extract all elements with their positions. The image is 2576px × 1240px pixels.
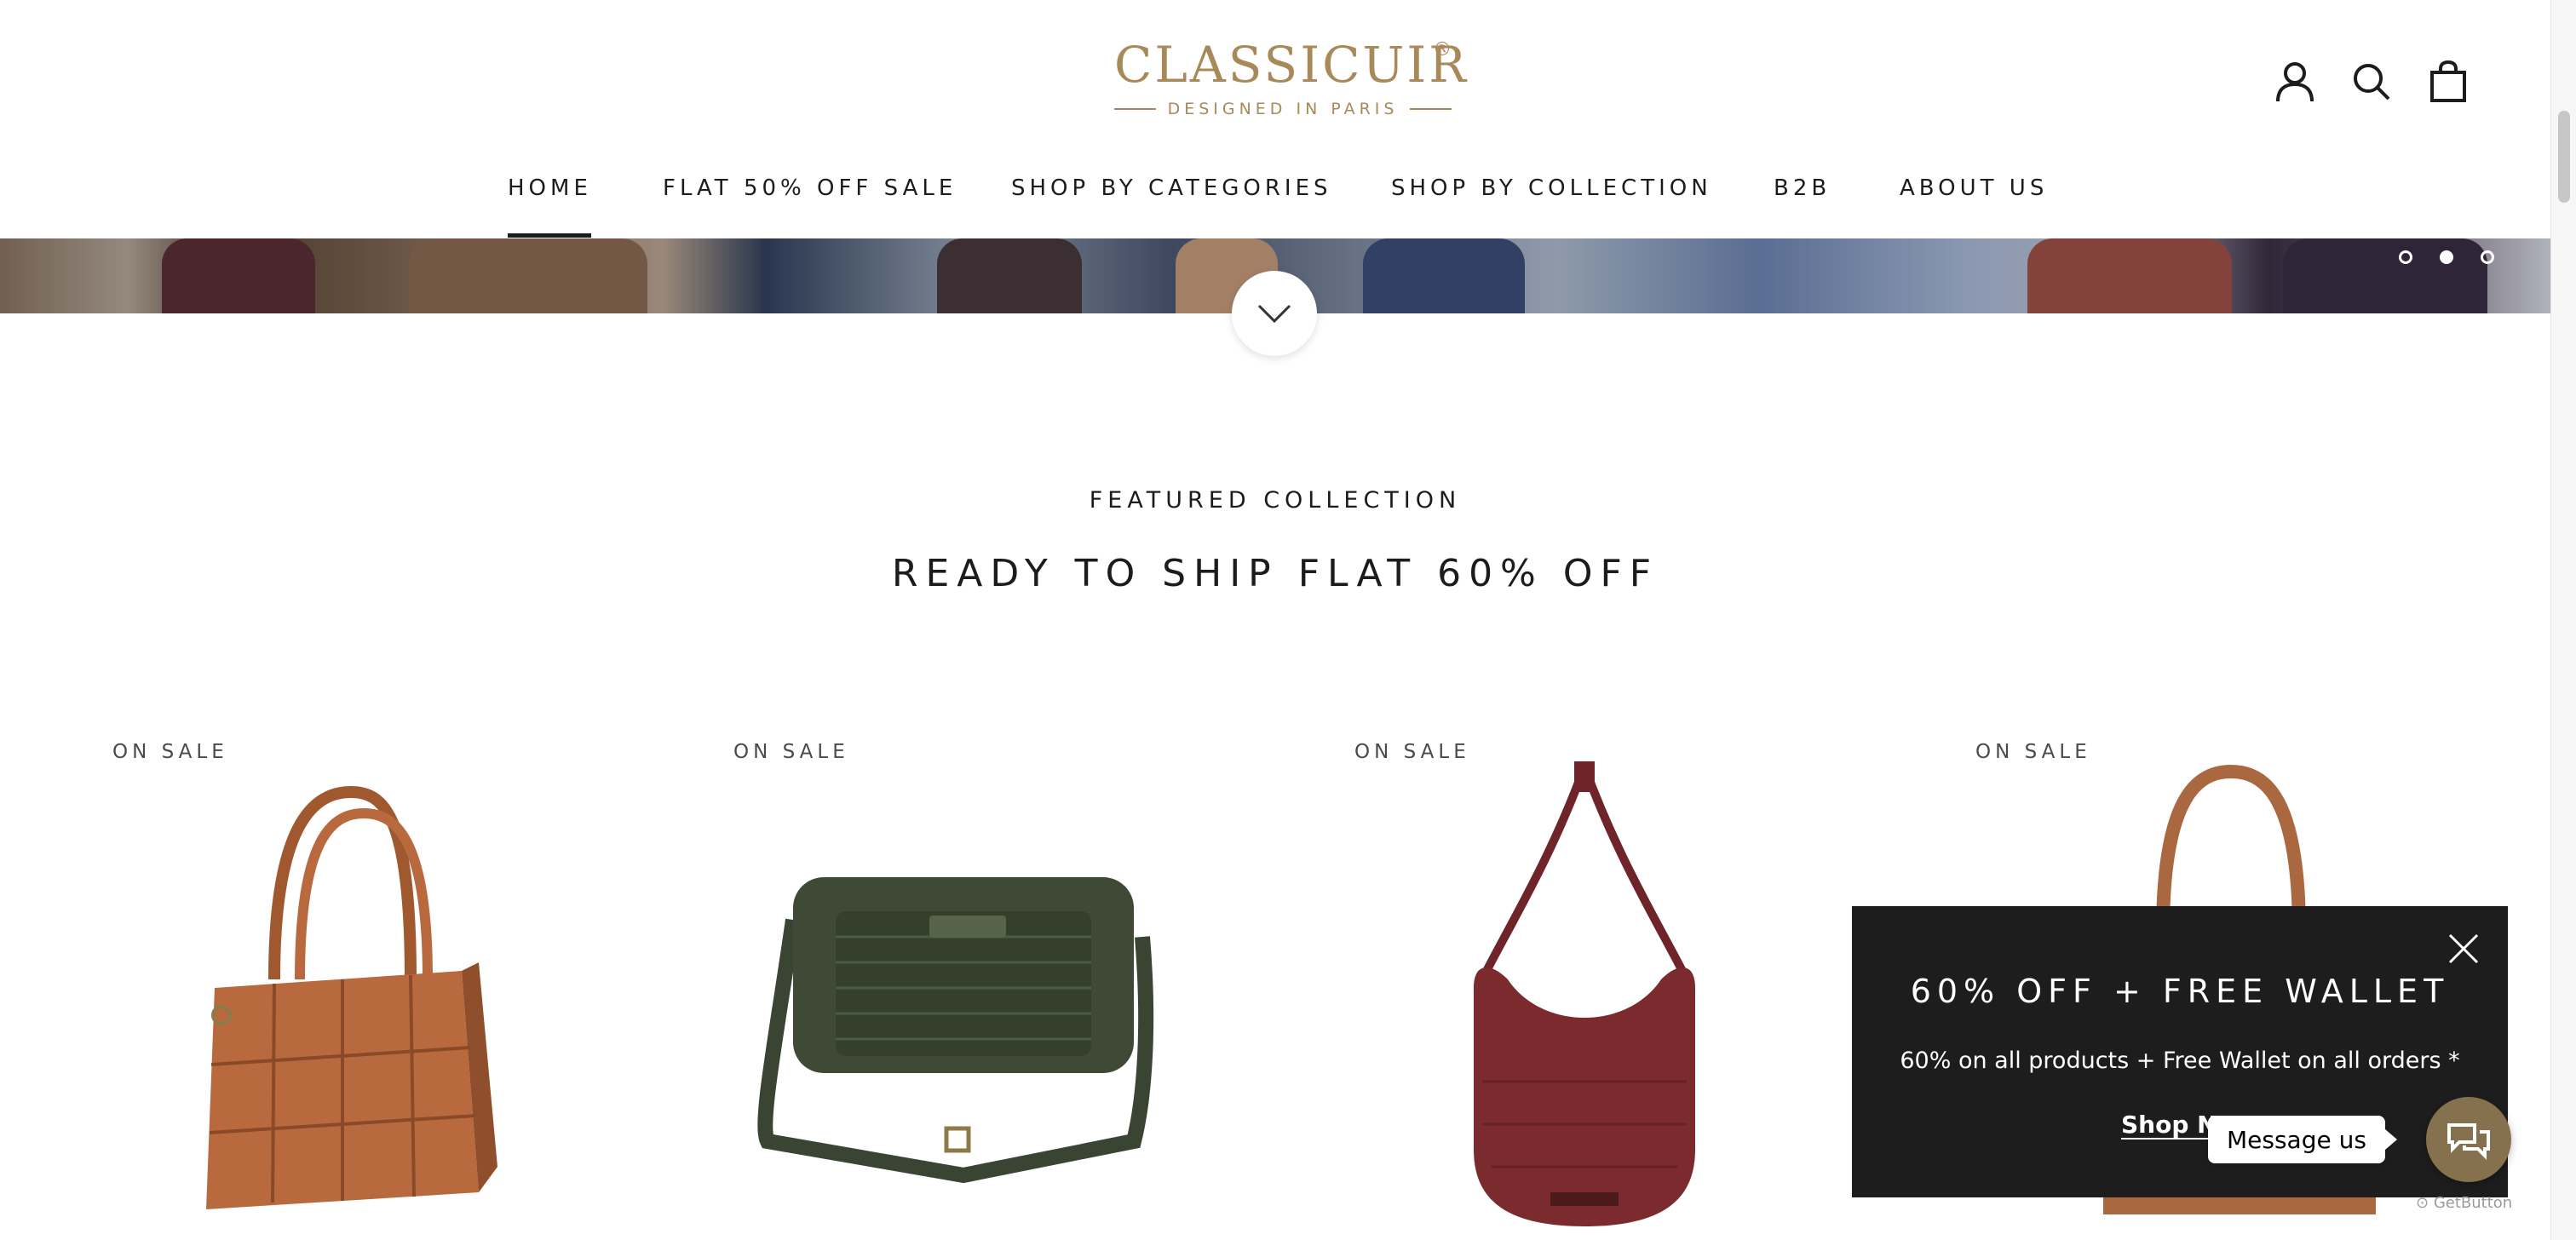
popup-title: 60% OFF + FREE WALLET	[1910, 973, 2450, 1010]
nav-item-shop-by-collection[interactable]: SHOP BY COLLECTION	[1391, 175, 1712, 201]
on-sale-badge: ON SALE	[112, 741, 228, 763]
search-icon[interactable]	[2346, 56, 2397, 107]
page-scrollbar[interactable]	[2550, 0, 2576, 1240]
on-sale-badge: ON SALE	[733, 741, 849, 763]
main-nav: HOME FLAT 50% OFF SALE SHOP BY CATEGORIE…	[0, 167, 2550, 242]
brand-tagline-row: DESIGNED IN PARIS	[1114, 97, 1452, 121]
chat-button[interactable]	[2426, 1097, 2511, 1182]
cart-icon[interactable]	[2423, 56, 2474, 107]
slide-dot-3[interactable]	[2481, 250, 2494, 264]
tagline-line-left	[1114, 108, 1156, 110]
tagline-line-right	[1410, 108, 1452, 110]
message-us-bubble[interactable]: Message us	[2208, 1116, 2397, 1163]
getbutton-credit-label: GetButton	[2433, 1194, 2513, 1212]
brand-tagline: DESIGNED IN PARIS	[1167, 100, 1399, 118]
product-image-burgundy-hobo-bag[interactable]	[1448, 758, 1721, 1235]
product-image-green-crossbody-bag[interactable]	[742, 869, 1185, 1192]
close-icon[interactable]	[2445, 930, 2482, 967]
nav-item-b2b[interactable]: B2B	[1774, 175, 1831, 201]
account-icon[interactable]	[2269, 56, 2320, 107]
brand-name: CLASSICUIR	[1114, 36, 1469, 94]
chat-icon	[2447, 1123, 2490, 1160]
section-eyebrow: FEATURED COLLECTION	[1089, 487, 1462, 514]
nav-active-underline	[508, 233, 591, 238]
product-card[interactable]: ON SALE	[112, 741, 733, 1240]
scroll-down-button[interactable]	[1232, 271, 1317, 356]
product-card[interactable]: ON SALE	[733, 741, 1354, 1240]
scrollbar-thumb[interactable]	[2558, 111, 2570, 203]
getbutton-credit[interactable]: ⊙ GetButton	[2416, 1194, 2512, 1212]
site-header: CLASSICUIR ® DESIGNED IN PARIS HOME FLAT…	[0, 0, 2550, 238]
slide-dot-1[interactable]	[2399, 250, 2412, 264]
brand-logo[interactable]: CLASSICUIR ® DESIGNED IN PARIS	[1114, 34, 1469, 123]
nav-item-shop-by-categories[interactable]: SHOP BY CATEGORIES	[1011, 175, 1332, 201]
product-image-brown-woven-handbag[interactable]	[181, 766, 504, 1209]
nav-item-flat-50-off-sale[interactable]: FLAT 50% OFF SALE	[663, 175, 957, 201]
popup-text: 60% on all products + Free Wallet on all…	[1900, 1048, 2460, 1074]
nav-item-about-us[interactable]: ABOUT US	[1900, 175, 2048, 201]
getbutton-icon: ⊙	[2416, 1194, 2429, 1212]
nav-item-home[interactable]: HOME	[508, 175, 592, 201]
registered-mark: ®	[1433, 39, 1452, 60]
on-sale-badge: ON SALE	[1975, 741, 2091, 763]
chevron-down-icon	[1257, 304, 1291, 323]
section-title: READY TO SHIP FLAT 60% OFF	[891, 552, 1659, 595]
slide-dot-2[interactable]	[2440, 250, 2453, 264]
promo-popup: 60% OFF + FREE WALLET 60% on all product…	[1852, 906, 2508, 1197]
